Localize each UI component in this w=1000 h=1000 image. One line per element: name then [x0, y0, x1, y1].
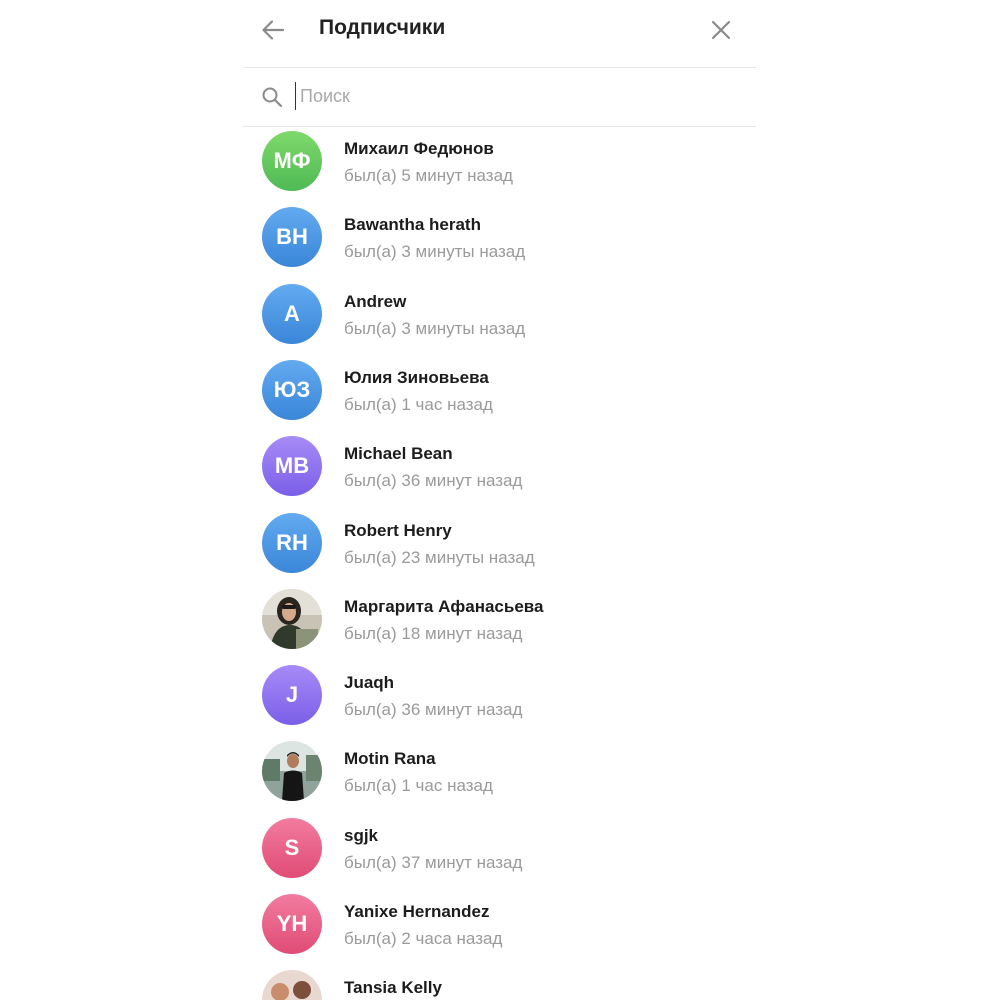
panel-header: Подписчики [243, 0, 756, 60]
list-item[interactable]: J Juaqh был(а) 36 минут назад [243, 661, 756, 737]
subscriber-name: Маргарита Афанасьева [344, 596, 544, 616]
last-seen-status: был(а) 1 час назад [344, 394, 493, 414]
avatar: RH [262, 512, 322, 573]
subscriber-name: Bawantha herath [344, 215, 481, 235]
avatar [262, 741, 322, 802]
avatar: S [262, 817, 322, 878]
last-seen-status: был(а) 36 минут назад [344, 471, 523, 491]
subscriber-name: Юлия Зиновьева [344, 367, 489, 387]
avatar: MB [262, 436, 322, 497]
list-item[interactable]: A Andrew был(а) 3 минуты назад [243, 280, 756, 356]
subscriber-name: Robert Henry [344, 520, 452, 540]
subscriber-name: sgjk [344, 825, 379, 845]
last-seen-status: был(а) 5 минут назад [344, 166, 513, 185]
subscriber-name: Михаил Федюнов [344, 139, 494, 158]
list-item[interactable]: YH Yanixe Hernandez был(а) 2 часа назад [243, 890, 756, 966]
subscriber-name: Tansia Kelly [344, 978, 442, 998]
avatar-initials: BH [276, 224, 308, 250]
avatar-initials: S [284, 834, 300, 860]
list-item[interactable]: Маргарита Афанасьева был(а) 18 минут наза… [243, 585, 756, 661]
list-item[interactable]: МФ Михаил Федюнов был(а) 5 минут назад [243, 127, 756, 203]
list-item[interactable]: MB Michael Bean был(а) 36 минут назад [243, 432, 756, 508]
subscriber-name: Motin Rana [344, 749, 436, 769]
back-button[interactable] [257, 14, 289, 46]
last-seen-status: был(а) 2 часа назад [344, 929, 503, 948]
last-seen-status: был(а) 23 минуты назад [344, 547, 535, 567]
avatar: BH [262, 207, 322, 268]
close-button[interactable] [705, 14, 737, 46]
subscriber-name: Juaqh [344, 673, 395, 693]
avatar: J [262, 665, 322, 726]
list-item[interactable]: Ssgjk был(а) 37 минут назад [243, 814, 756, 890]
arrow-left-icon [262, 20, 285, 40]
avatar-initials: J [285, 682, 299, 708]
subscriber-name: Yanixe Hernandez [344, 902, 490, 921]
list-item[interactable]: Motin Rana был(а) 1 час назад [243, 737, 756, 813]
avatar-initials: ЮЗ [273, 376, 311, 402]
avatar-initials: МФ [273, 148, 311, 173]
last-seen-status: был(а) 18 минут назад [344, 623, 523, 643]
search-input[interactable] [295, 82, 720, 110]
subscriber-name: Andrew [344, 291, 407, 311]
subscribers-panel: Подписчики МФ Михаил Федюнов был(а) 5 мину… [243, 0, 756, 1000]
last-seen-status: был(а) 37 минут назад [344, 852, 523, 872]
avatar [262, 970, 322, 1000]
avatar: YH [262, 894, 322, 954]
avatar-initials: YH [276, 911, 308, 936]
avatar: ЮЗ [262, 359, 322, 420]
subscriber-name: Michael Bean [344, 444, 453, 464]
list-item[interactable]: Tansia Kelly [243, 966, 756, 1000]
avatar: МФ [262, 131, 322, 191]
avatar-initials: MB [274, 453, 310, 479]
avatar-initials: A [284, 300, 300, 326]
photo-avatar-man [262, 741, 322, 802]
avatar-initials: RH [276, 529, 308, 555]
last-seen-status: был(а) 36 минут назад [344, 700, 523, 720]
last-seen-status: был(а) 3 минуты назад [344, 242, 526, 262]
photo-avatar-woman [262, 588, 322, 649]
list-item[interactable]: RH Robert Henry был(а) 23 минуты назад [243, 509, 756, 585]
photo-avatar-group [262, 970, 322, 1000]
list-item[interactable]: BH Bawantha herath был(а) 3 минуты назад [243, 203, 756, 279]
avatar: A [262, 283, 322, 344]
last-seen-status: был(а) 1 час назад [344, 776, 493, 796]
search-icon [260, 85, 284, 109]
last-seen-status: был(а) 3 минуты назад [344, 318, 526, 338]
avatar [262, 588, 322, 649]
list-item[interactable]: ЮЗ Юлия Зиновьева был(а) 1 час назад [243, 356, 756, 432]
close-icon [711, 20, 731, 40]
search-bar [243, 68, 756, 126]
page-title: Подписчики [319, 16, 446, 39]
